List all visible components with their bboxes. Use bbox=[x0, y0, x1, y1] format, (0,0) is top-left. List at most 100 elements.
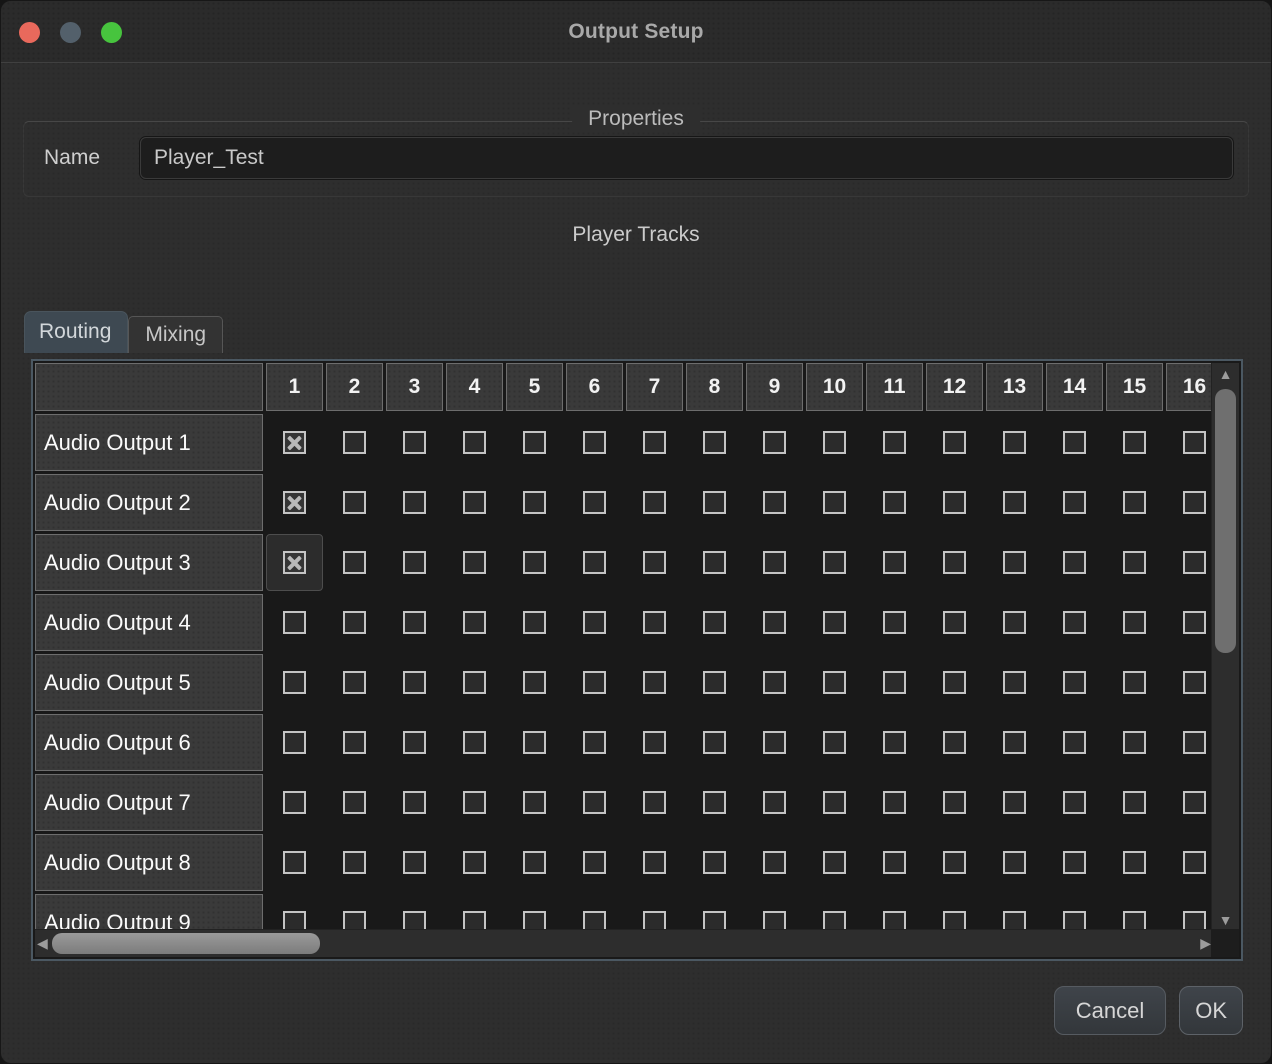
route-checkbox[interactable] bbox=[823, 551, 846, 574]
route-checkbox[interactable] bbox=[883, 611, 906, 634]
matrix-cell[interactable] bbox=[626, 474, 683, 531]
matrix-cell[interactable] bbox=[1046, 414, 1103, 471]
route-checkbox[interactable] bbox=[583, 431, 606, 454]
route-checkbox[interactable] bbox=[463, 491, 486, 514]
matrix-cell[interactable] bbox=[806, 834, 863, 891]
matrix-cell[interactable] bbox=[506, 594, 563, 651]
scroll-left-icon[interactable]: ◀ bbox=[37, 936, 48, 950]
matrix-cell[interactable] bbox=[806, 654, 863, 711]
matrix-cell[interactable] bbox=[626, 894, 683, 931]
matrix-cell[interactable] bbox=[386, 534, 443, 591]
route-checkbox[interactable] bbox=[643, 431, 666, 454]
scroll-up-icon[interactable]: ▲ bbox=[1219, 367, 1233, 381]
route-checkbox[interactable] bbox=[703, 671, 726, 694]
route-checkbox[interactable] bbox=[1123, 791, 1146, 814]
route-checkbox[interactable] bbox=[1003, 911, 1026, 931]
matrix-cell[interactable] bbox=[326, 894, 383, 931]
route-checkbox[interactable] bbox=[403, 911, 426, 931]
route-checkbox[interactable] bbox=[883, 791, 906, 814]
matrix-cell[interactable] bbox=[1046, 714, 1103, 771]
matrix-cell[interactable] bbox=[746, 414, 803, 471]
route-checkbox[interactable] bbox=[1063, 791, 1086, 814]
matrix-cell[interactable] bbox=[326, 534, 383, 591]
matrix-cell[interactable] bbox=[866, 894, 923, 931]
matrix-cell[interactable] bbox=[746, 474, 803, 531]
matrix-cell[interactable] bbox=[866, 534, 923, 591]
route-checkbox[interactable] bbox=[943, 791, 966, 814]
matrix-cell[interactable] bbox=[746, 894, 803, 931]
route-checkbox[interactable] bbox=[823, 731, 846, 754]
matrix-cell[interactable] bbox=[566, 894, 623, 931]
route-checkbox[interactable] bbox=[1063, 731, 1086, 754]
route-checkbox[interactable] bbox=[343, 611, 366, 634]
route-checkbox[interactable] bbox=[1183, 731, 1206, 754]
route-checkbox[interactable] bbox=[763, 791, 786, 814]
route-checkbox[interactable] bbox=[523, 491, 546, 514]
scroll-down-icon[interactable]: ▼ bbox=[1219, 913, 1233, 927]
route-checkbox[interactable] bbox=[643, 851, 666, 874]
matrix-cell[interactable] bbox=[1046, 534, 1103, 591]
route-checkbox-checked[interactable] bbox=[283, 491, 306, 514]
route-checkbox[interactable] bbox=[943, 551, 966, 574]
matrix-cell[interactable] bbox=[506, 534, 563, 591]
vertical-scrollbar-thumb[interactable] bbox=[1215, 389, 1236, 653]
route-checkbox[interactable] bbox=[523, 551, 546, 574]
matrix-cell[interactable] bbox=[866, 714, 923, 771]
route-checkbox[interactable] bbox=[1063, 851, 1086, 874]
matrix-cell[interactable] bbox=[266, 834, 323, 891]
route-checkbox[interactable] bbox=[763, 851, 786, 874]
route-checkbox[interactable] bbox=[1003, 431, 1026, 454]
matrix-cell[interactable] bbox=[686, 714, 743, 771]
route-checkbox[interactable] bbox=[523, 851, 546, 874]
route-checkbox-checked[interactable] bbox=[283, 551, 306, 574]
matrix-cell[interactable] bbox=[1166, 714, 1213, 771]
route-checkbox[interactable] bbox=[883, 671, 906, 694]
matrix-cell[interactable] bbox=[806, 594, 863, 651]
route-checkbox[interactable] bbox=[1003, 491, 1026, 514]
route-checkbox[interactable] bbox=[523, 611, 546, 634]
matrix-cell[interactable] bbox=[926, 594, 983, 651]
route-checkbox[interactable] bbox=[403, 731, 426, 754]
matrix-cell[interactable] bbox=[1106, 834, 1163, 891]
route-checkbox[interactable] bbox=[763, 731, 786, 754]
route-checkbox[interactable] bbox=[403, 431, 426, 454]
matrix-cell[interactable] bbox=[1046, 834, 1103, 891]
zoom-button[interactable] bbox=[101, 22, 122, 43]
route-checkbox[interactable] bbox=[523, 671, 546, 694]
horizontal-scrollbar[interactable]: ◀ ▶ bbox=[35, 929, 1213, 957]
route-checkbox[interactable] bbox=[1123, 671, 1146, 694]
matrix-cell[interactable] bbox=[446, 774, 503, 831]
matrix-cell[interactable] bbox=[566, 534, 623, 591]
route-checkbox[interactable] bbox=[643, 491, 666, 514]
route-checkbox[interactable] bbox=[883, 911, 906, 931]
route-checkbox[interactable] bbox=[1123, 551, 1146, 574]
route-checkbox[interactable] bbox=[823, 911, 846, 931]
tab-routing[interactable]: Routing bbox=[24, 311, 128, 353]
route-checkbox[interactable] bbox=[403, 611, 426, 634]
matrix-cell[interactable] bbox=[326, 774, 383, 831]
route-checkbox[interactable] bbox=[1183, 491, 1206, 514]
matrix-cell[interactable] bbox=[386, 474, 443, 531]
matrix-cell[interactable] bbox=[986, 834, 1043, 891]
route-checkbox[interactable] bbox=[823, 491, 846, 514]
route-checkbox[interactable] bbox=[703, 491, 726, 514]
route-checkbox[interactable] bbox=[643, 551, 666, 574]
route-checkbox[interactable] bbox=[343, 911, 366, 931]
route-checkbox[interactable] bbox=[1183, 791, 1206, 814]
route-checkbox[interactable] bbox=[763, 551, 786, 574]
matrix-cell[interactable] bbox=[926, 774, 983, 831]
name-input[interactable] bbox=[139, 136, 1234, 180]
matrix-cell[interactable] bbox=[626, 534, 683, 591]
route-checkbox[interactable] bbox=[1003, 611, 1026, 634]
matrix-cell[interactable] bbox=[1046, 474, 1103, 531]
route-checkbox[interactable] bbox=[1063, 611, 1086, 634]
route-checkbox[interactable] bbox=[283, 911, 306, 931]
matrix-cell[interactable] bbox=[266, 474, 323, 531]
matrix-cell[interactable] bbox=[266, 654, 323, 711]
matrix-cell[interactable] bbox=[986, 594, 1043, 651]
matrix-cell[interactable] bbox=[326, 834, 383, 891]
matrix-cell[interactable] bbox=[986, 534, 1043, 591]
matrix-cell[interactable] bbox=[986, 474, 1043, 531]
route-checkbox[interactable] bbox=[463, 911, 486, 931]
route-checkbox[interactable] bbox=[343, 731, 366, 754]
